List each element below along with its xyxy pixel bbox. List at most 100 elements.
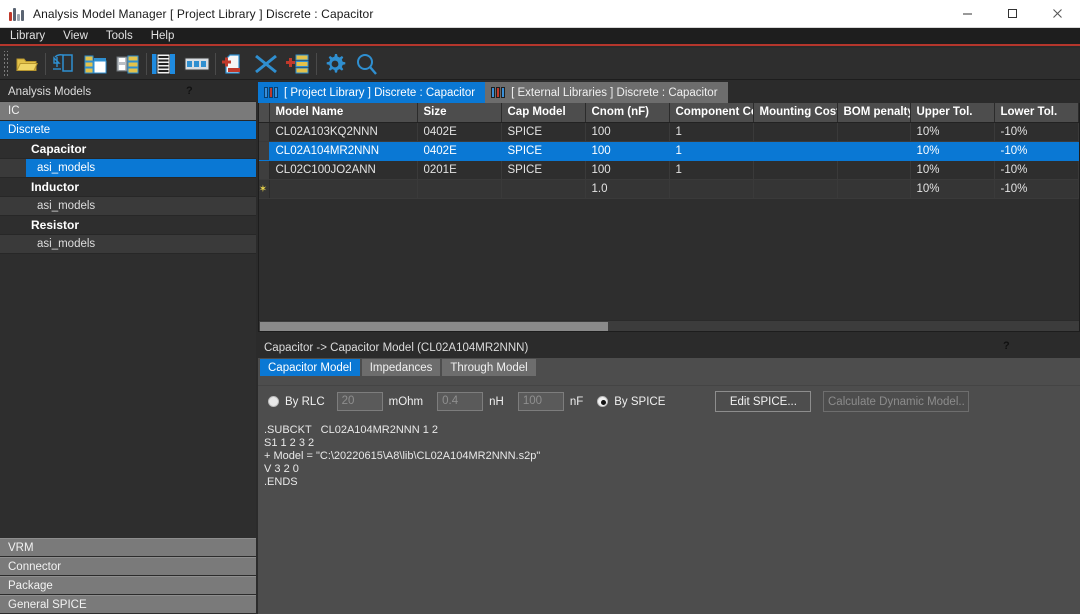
- menu-view[interactable]: View: [54, 27, 97, 45]
- column-header-model-name[interactable]: Model Name: [269, 103, 417, 122]
- cell-model-name[interactable]: CL02A104MR2NNN: [269, 141, 417, 160]
- table-view-icon[interactable]: [181, 49, 213, 79]
- cell-cnom[interactable]: 1.0: [585, 179, 669, 198]
- row-selector[interactable]: [259, 160, 269, 179]
- model-list-icon[interactable]: [149, 49, 181, 79]
- delete-x-icon[interactable]: [250, 49, 282, 79]
- spice-netlist-textarea[interactable]: .SUBCKT CL02A104MR2NNN 1 2 S1 1 2 3 2 + …: [258, 417, 1080, 614]
- column-header-component-cost[interactable]: Component Cost: [669, 103, 753, 122]
- cell-component-cost[interactable]: 1: [669, 160, 753, 179]
- cell-bom-penalty-cost[interactable]: [837, 141, 910, 160]
- tab-impedances[interactable]: Impedances: [362, 359, 441, 376]
- tab-through-model[interactable]: Through Model: [442, 359, 535, 376]
- cell-cap-model[interactable]: SPICE: [501, 160, 585, 179]
- menu-tools[interactable]: Tools: [97, 27, 142, 45]
- cell-mounting-cost[interactable]: [753, 122, 837, 141]
- tree-item-ic[interactable]: IC: [0, 102, 256, 121]
- tab-external-libraries[interactable]: [ External Libraries ] Discrete : Capaci…: [485, 82, 727, 103]
- cell-upper-tol[interactable]: 10%: [910, 122, 994, 141]
- cell-component-cost[interactable]: [669, 179, 753, 198]
- search-icon[interactable]: [351, 49, 383, 79]
- cell-mounting-cost[interactable]: [753, 160, 837, 179]
- edit-spice-button[interactable]: Edit SPICE...: [715, 391, 811, 412]
- inductance-input[interactable]: 0.4: [437, 392, 483, 411]
- menu-library[interactable]: Library: [0, 27, 54, 45]
- maximize-button[interactable]: [990, 0, 1035, 28]
- table-horizontal-scrollbar[interactable]: [259, 320, 1079, 331]
- tree-item-capacitor[interactable]: Capacitor: [0, 140, 256, 159]
- cell-size[interactable]: 0402E: [417, 122, 501, 141]
- cell-lower-tol[interactable]: -10%: [994, 160, 1078, 179]
- tree-item-discrete[interactable]: Discrete: [0, 121, 256, 140]
- detail-help-icon[interactable]: ?: [1003, 340, 1010, 352]
- cell-lower-tol[interactable]: -10%: [994, 122, 1078, 141]
- sidebar-item-vrm[interactable]: VRM: [0, 538, 256, 557]
- library-stack-icon[interactable]: [80, 49, 112, 79]
- row-selector[interactable]: [259, 141, 269, 160]
- tree-item-resistor-asi-models[interactable]: asi_models: [0, 235, 256, 254]
- cell-component-cost[interactable]: 1: [669, 122, 753, 141]
- cell-mounting-cost[interactable]: [753, 179, 837, 198]
- radio-by-spice[interactable]: [597, 396, 608, 407]
- scrollbar-thumb[interactable]: [260, 322, 608, 331]
- cell-cnom[interactable]: 100: [585, 122, 669, 141]
- tab-project-library[interactable]: [ Project Library ] Discrete : Capacitor: [258, 82, 485, 103]
- toolbar-drag-handle[interactable]: [2, 51, 9, 77]
- cell-mounting-cost[interactable]: [753, 141, 837, 160]
- add-document-icon[interactable]: [218, 49, 250, 79]
- table-row[interactable]: CL02C100JO2ANN 0201E SPICE 100 1 10% -10…: [259, 160, 1080, 179]
- cell-cap-model[interactable]: SPICE: [501, 122, 585, 141]
- column-header-upper-tol[interactable]: Upper Tol.: [910, 103, 994, 122]
- tab-capacitor-model[interactable]: Capacitor Model: [260, 359, 360, 376]
- sidebar-help-icon[interactable]: ?: [186, 85, 193, 97]
- cell-bom-penalty-cost[interactable]: [837, 122, 910, 141]
- capacitance-input[interactable]: 100: [518, 392, 564, 411]
- save-library-icon[interactable]: [112, 49, 144, 79]
- cell-cap-model[interactable]: SPICE: [501, 141, 585, 160]
- cell-size[interactable]: 0402E: [417, 141, 501, 160]
- column-header-mounting-cost[interactable]: Mounting Cost: [753, 103, 837, 122]
- minimize-button[interactable]: [945, 0, 990, 28]
- open-folder-icon[interactable]: [11, 49, 43, 79]
- cell-size[interactable]: 0201E: [417, 160, 501, 179]
- tree-item-inductor[interactable]: Inductor: [0, 178, 256, 197]
- cell-model-name[interactable]: CL02A103KQ2NNN: [269, 122, 417, 141]
- column-header-bom-penalty-cost[interactable]: BOM penalty Cos: [837, 103, 910, 122]
- column-header-lower-tol[interactable]: Lower Tol.: [994, 103, 1078, 122]
- compare-models-icon[interactable]: [48, 49, 80, 79]
- menu-help[interactable]: Help: [142, 27, 184, 45]
- cell-cnom[interactable]: 100: [585, 160, 669, 179]
- new-row-marker[interactable]: [259, 179, 269, 198]
- column-header-cnom[interactable]: Cnom (nF): [585, 103, 669, 122]
- resistance-input[interactable]: 20: [337, 392, 383, 411]
- cell-cap-model[interactable]: [501, 179, 585, 198]
- tree-item-inductor-asi-models[interactable]: asi_models: [0, 197, 256, 216]
- column-header-cap-model[interactable]: Cap Model: [501, 103, 585, 122]
- table-row[interactable]: CL02A104MR2NNN 0402E SPICE 100 1 10% -10…: [259, 141, 1080, 160]
- cell-model-name[interactable]: CL02C100JO2ANN: [269, 160, 417, 179]
- radio-by-rlc[interactable]: [268, 396, 279, 407]
- cell-upper-tol[interactable]: 10%: [910, 160, 994, 179]
- cell-cnom[interactable]: 100: [585, 141, 669, 160]
- cell-upper-tol[interactable]: 10%: [910, 141, 994, 160]
- sidebar-item-package[interactable]: Package: [0, 576, 256, 595]
- cell-lower-tol[interactable]: -10%: [994, 179, 1078, 198]
- cell-model-name[interactable]: [269, 179, 417, 198]
- add-library-icon[interactable]: [282, 49, 314, 79]
- table-corner-cell[interactable]: [259, 103, 269, 122]
- cell-component-cost[interactable]: 1: [669, 141, 753, 160]
- cell-lower-tol[interactable]: -10%: [994, 141, 1078, 160]
- cell-bom-penalty-cost[interactable]: [837, 179, 910, 198]
- table-new-row[interactable]: 1.0 10% -10% 8: [259, 179, 1080, 198]
- close-button[interactable]: [1035, 0, 1080, 28]
- table-row[interactable]: CL02A103KQ2NNN 0402E SPICE 100 1 10% -10…: [259, 122, 1080, 141]
- settings-gear-icon[interactable]: [319, 49, 351, 79]
- cell-bom-penalty-cost[interactable]: [837, 160, 910, 179]
- sidebar-item-connector[interactable]: Connector: [0, 557, 256, 576]
- cell-upper-tol[interactable]: 10%: [910, 179, 994, 198]
- cell-size[interactable]: [417, 179, 501, 198]
- sidebar-item-general-spice[interactable]: General SPICE: [0, 595, 256, 614]
- tree-item-resistor[interactable]: Resistor: [0, 216, 256, 235]
- column-header-size[interactable]: Size: [417, 103, 501, 122]
- tree-item-capacitor-asi-models[interactable]: asi_models: [0, 159, 256, 178]
